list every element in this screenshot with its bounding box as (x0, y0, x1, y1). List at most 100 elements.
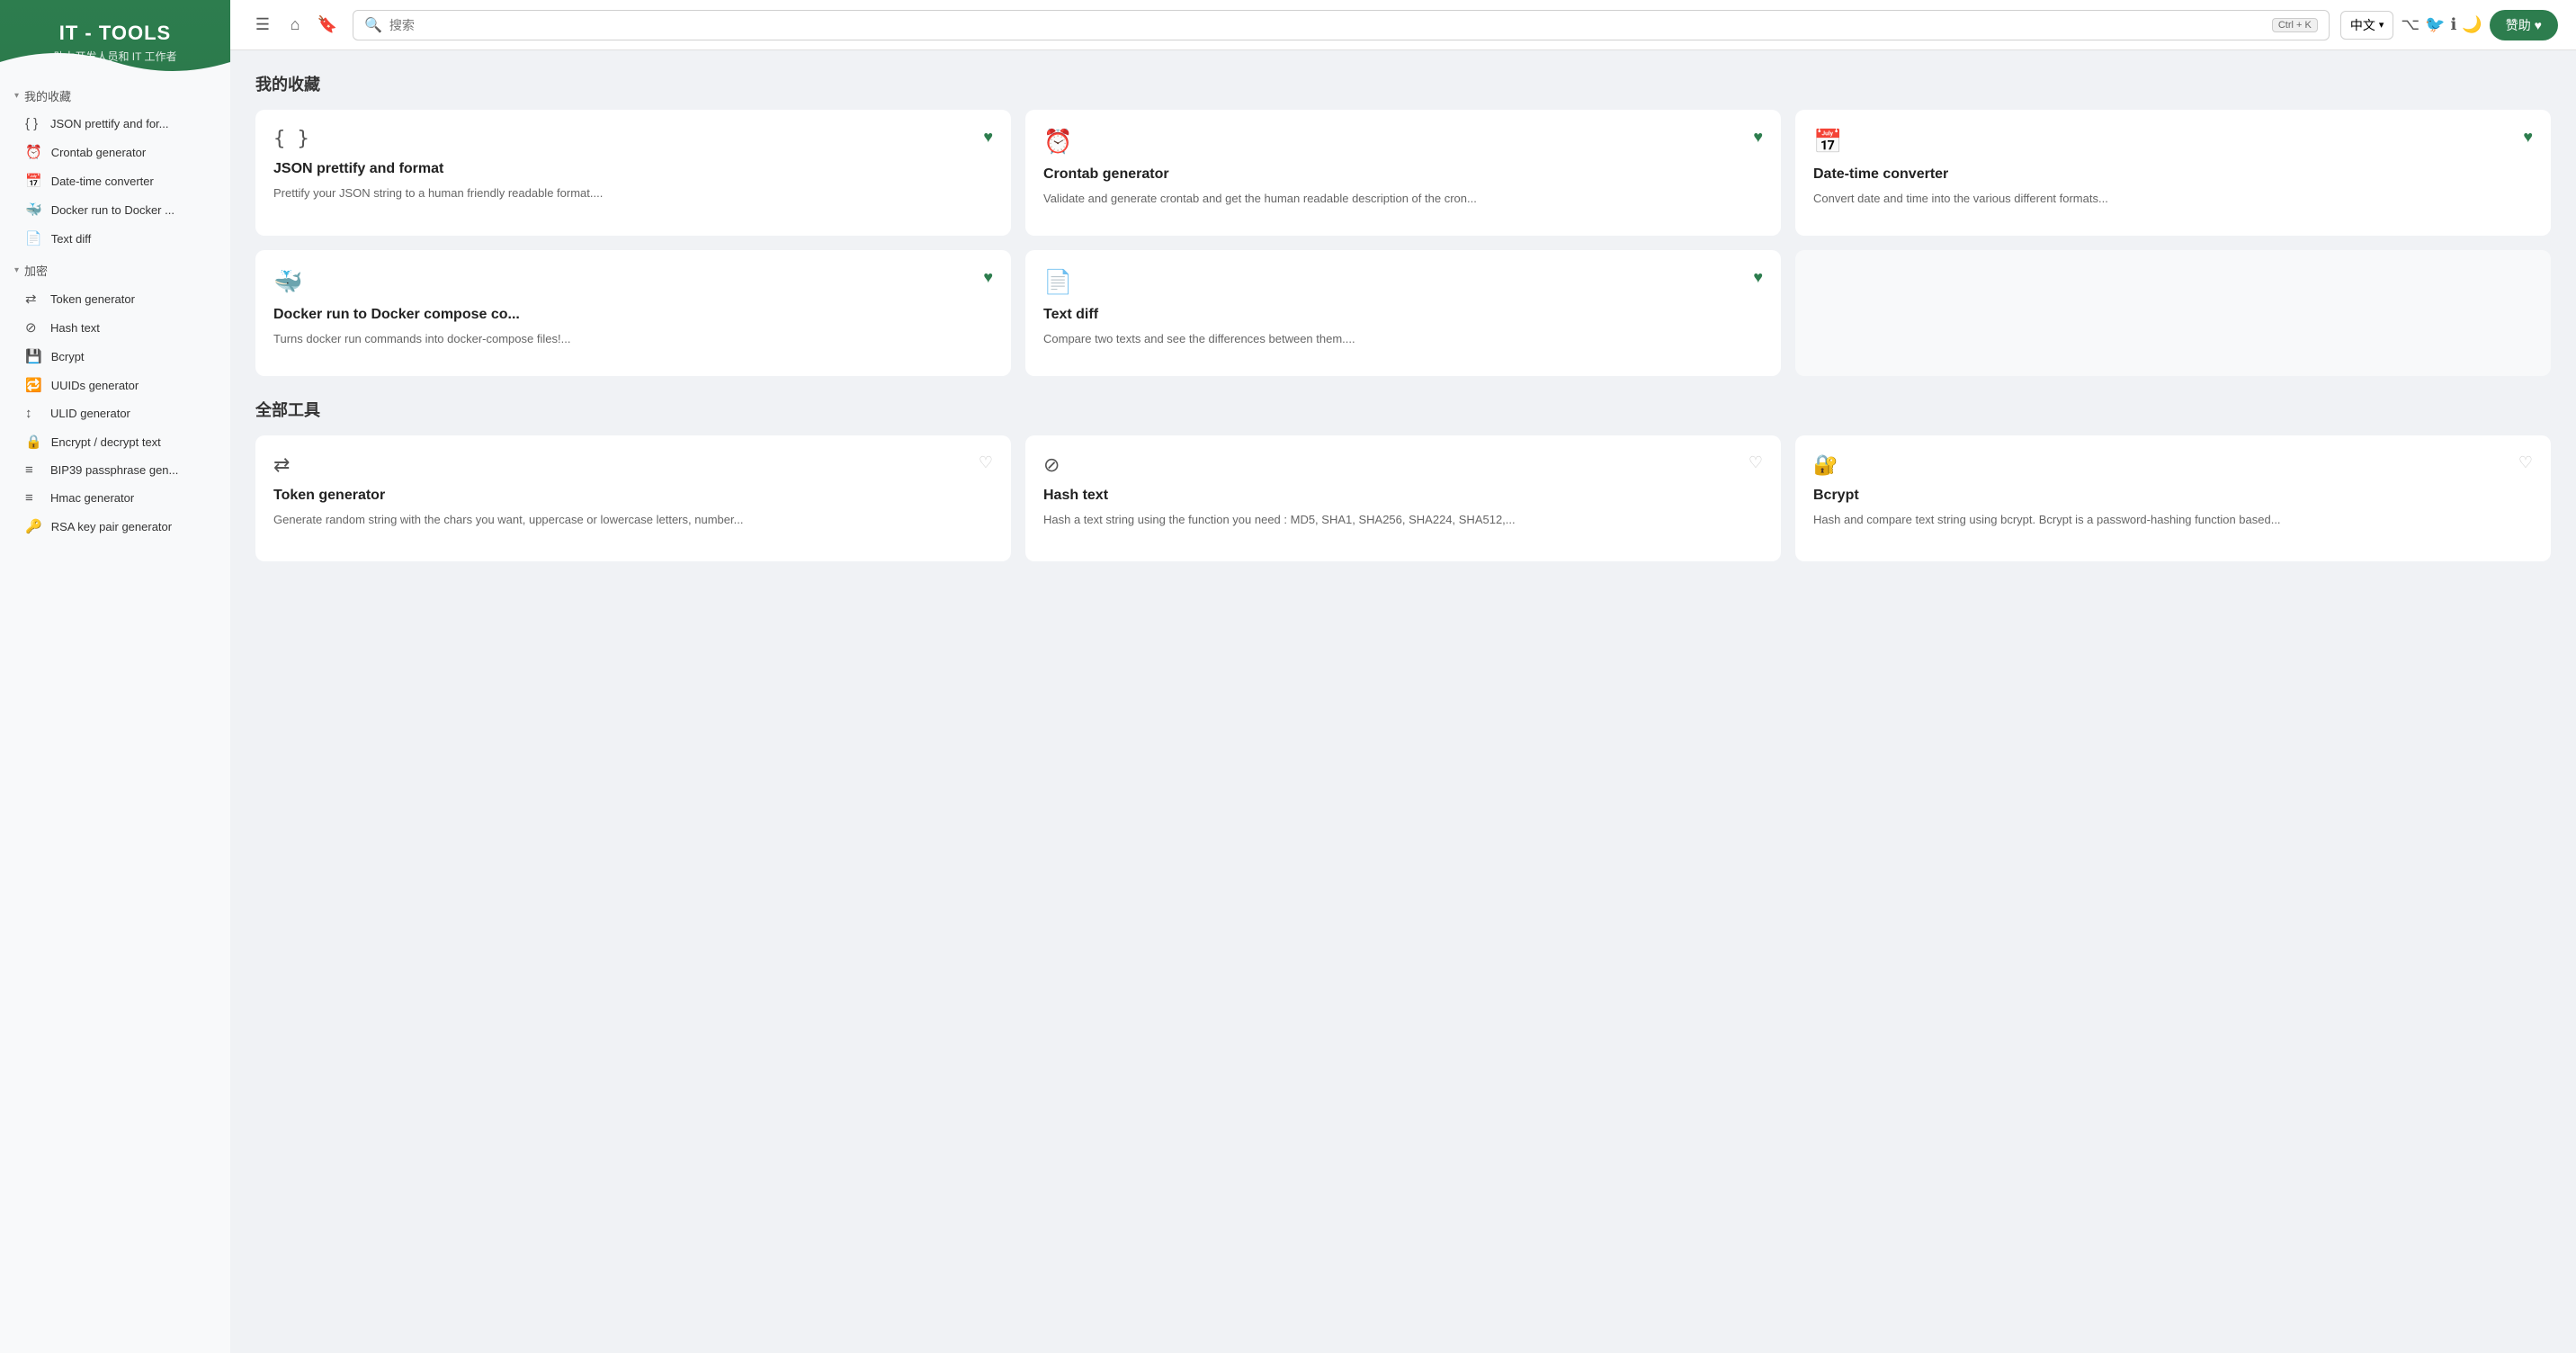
card-title-3: Date-time converter (1813, 166, 2533, 183)
card-desc: Prettify your JSON string to a human fri… (273, 184, 993, 202)
card-docker[interactable]: 🐳 ♥ Docker run to Docker compose co... T… (255, 250, 1011, 376)
content-area: 我的收藏 { } ♥ JSON prettify and format Pret… (230, 50, 2576, 1353)
card-header-4: 🐳 ♥ (273, 268, 993, 296)
card-header-2: ⏰ ♥ (1043, 128, 1763, 156)
sidebar-item-hmac[interactable]: ≡ Hmac generator (0, 484, 230, 512)
language-selector[interactable]: 中文 ▾ (2340, 11, 2394, 40)
sidebar-group-favorites[interactable]: ▾ 我的收藏 (0, 78, 230, 110)
sidebar: IT - TOOLS 助力开发人员和 IT 工作者 ▾ 我的收藏 { } JSO… (0, 0, 230, 1353)
ulid-icon: ↕ (25, 406, 41, 421)
search-input[interactable] (389, 18, 2265, 32)
card-token[interactable]: ⇄ ♡ Token generator Generate random stri… (255, 435, 1011, 561)
favorite-heart-hash[interactable]: ♡ (1749, 453, 1763, 472)
datetime-card-icon: 📅 (1813, 128, 1842, 156)
favorites-grid: { } ♥ JSON prettify and format Prettify … (255, 110, 2551, 376)
favorite-heart-4[interactable]: ♥ (983, 268, 993, 287)
sidebar-item-ulid[interactable]: ↕ ULID generator (0, 399, 230, 427)
sidebar-item-json[interactable]: { } JSON prettify and for... (0, 110, 230, 138)
card-hash[interactable]: ⊘ ♡ Hash text Hash a text string using t… (1025, 435, 1781, 561)
card-desc-bcrypt: Hash and compare text string using bcryp… (1813, 511, 2533, 529)
search-shortcut: Ctrl + K (2272, 18, 2318, 32)
topbar-action-icons: ⌥ 🐦 ℹ 🌙 (2401, 15, 2482, 34)
card-header-bcrypt: 🔐 ♡ (1813, 453, 2533, 477)
card-bcrypt[interactable]: 🔐 ♡ Bcrypt Hash and compare text string … (1795, 435, 2551, 561)
search-bar[interactable]: 🔍 Ctrl + K (353, 10, 2330, 40)
bcrypt-icon: 💾 (25, 348, 42, 364)
docker-icon: 🐳 (25, 202, 42, 218)
favorite-heart-5[interactable]: ♥ (1753, 268, 1763, 287)
card-header-5: 📄 ♥ (1043, 268, 1763, 296)
card-desc-4: Turns docker run commands into docker-co… (273, 330, 993, 348)
favorite-heart-2[interactable]: ♥ (1753, 128, 1763, 147)
sidebar-item-token[interactable]: ⇄ Token generator (0, 284, 230, 313)
card-desc-2: Validate and generate crontab and get th… (1043, 190, 1763, 208)
chevron-down-icon-lang: ▾ (2379, 19, 2384, 31)
hash-icon: ⊘ (25, 319, 41, 336)
info-icon[interactable]: ℹ (2451, 15, 2457, 34)
menu-button[interactable]: ☰ (248, 11, 277, 40)
card-textdiff[interactable]: 📄 ♥ Text diff Compare two texts and see … (1025, 250, 1781, 376)
theme-icon[interactable]: 🌙 (2462, 15, 2482, 34)
card-desc-token: Generate random string with the chars yo… (273, 511, 993, 529)
chevron-down-icon: ▾ (14, 91, 19, 101)
textdiff-card-icon: 📄 (1043, 268, 1072, 296)
card-title: JSON prettify and format (273, 161, 993, 177)
card-datetime[interactable]: 📅 ♥ Date-time converter Convert date and… (1795, 110, 2551, 236)
card-title-token: Token generator (273, 488, 993, 504)
card-header-hash: ⊘ ♡ (1043, 453, 1763, 477)
json-card-icon: { } (273, 128, 309, 150)
card-json[interactable]: { } ♥ JSON prettify and format Prettify … (255, 110, 1011, 236)
card-desc-5: Compare two texts and see the difference… (1043, 330, 1763, 348)
favorite-heart[interactable]: ♥ (983, 128, 993, 147)
json-icon: { } (25, 116, 41, 131)
favorite-heart-token[interactable]: ♡ (979, 453, 993, 472)
card-header-token: ⇄ ♡ (273, 453, 993, 477)
home-button[interactable]: ⌂ (281, 11, 309, 40)
card-header-3: 📅 ♥ (1813, 128, 2533, 156)
crontab-card-icon: ⏰ (1043, 128, 1072, 156)
github-icon[interactable]: ⌥ (2401, 15, 2419, 34)
topbar-right: 中文 ▾ ⌥ 🐦 ℹ 🌙 赞助 ♥ (2340, 10, 2558, 40)
docker-card-icon: 🐳 (273, 268, 302, 296)
calendar-icon: 📅 (25, 173, 42, 189)
sidebar-item-datetime[interactable]: 📅 Date-time converter (0, 166, 230, 195)
sidebar-item-textdiff[interactable]: 📄 Text diff (0, 224, 230, 253)
sidebar-item-encrypt[interactable]: 🔒 Encrypt / decrypt text (0, 427, 230, 456)
sidebar-item-uuid[interactable]: 🔁 UUIDs generator (0, 371, 230, 399)
sidebar-group-crypto[interactable]: ▾ 加密 (0, 253, 230, 284)
card-header: { } ♥ (273, 128, 993, 150)
sponsor-button[interactable]: 赞助 ♥ (2490, 10, 2558, 40)
bcrypt-card-icon: 🔐 (1813, 453, 1838, 477)
diff-icon: 📄 (25, 230, 42, 246)
lock-icon: 🔒 (25, 434, 42, 450)
card-title-4: Docker run to Docker compose co... (273, 307, 993, 323)
main-content: ☰ ⌂ 🔖 🔍 Ctrl + K 中文 ▾ ⌥ 🐦 ℹ 🌙 赞助 ♥ (230, 0, 2576, 1353)
favorite-heart-3[interactable]: ♥ (2523, 128, 2533, 147)
favorite-heart-bcrypt[interactable]: ♡ (2518, 453, 2533, 472)
empty-card (1795, 250, 2551, 376)
all-tools-grid: ⇄ ♡ Token generator Generate random stri… (255, 435, 2551, 561)
card-title-2: Crontab generator (1043, 166, 1763, 183)
card-title-5: Text diff (1043, 307, 1763, 323)
key-icon: 🔑 (25, 518, 42, 534)
card-desc-3: Convert date and time into the various d… (1813, 190, 2533, 208)
sidebar-item-bcrypt[interactable]: 💾 Bcrypt (0, 342, 230, 371)
bookmark-button[interactable]: 🔖 (313, 11, 342, 40)
card-crontab[interactable]: ⏰ ♥ Crontab generator Validate and gener… (1025, 110, 1781, 236)
twitter-icon[interactable]: 🐦 (2425, 15, 2445, 34)
token-icon: ⇄ (25, 291, 41, 307)
sidebar-item-crontab[interactable]: ⏰ Crontab generator (0, 138, 230, 166)
sidebar-item-bip39[interactable]: ≡ BIP39 passphrase gen... (0, 456, 230, 484)
card-title-bcrypt: Bcrypt (1813, 488, 2533, 504)
card-desc-hash: Hash a text string using the function yo… (1043, 511, 1763, 529)
token-card-icon: ⇄ (273, 453, 290, 477)
hmac-icon: ≡ (25, 490, 41, 506)
sidebar-title: IT - TOOLS (14, 22, 216, 45)
card-title-hash: Hash text (1043, 488, 1763, 504)
sidebar-item-docker[interactable]: 🐳 Docker run to Docker ... (0, 195, 230, 224)
chevron-down-icon-2: ▾ (14, 265, 19, 275)
topbar: ☰ ⌂ 🔖 🔍 Ctrl + K 中文 ▾ ⌥ 🐦 ℹ 🌙 赞助 ♥ (230, 0, 2576, 50)
sidebar-item-hashtext[interactable]: ⊘ Hash text (0, 313, 230, 342)
search-icon: 🔍 (364, 16, 382, 34)
sidebar-item-rsa[interactable]: 🔑 RSA key pair generator (0, 512, 230, 541)
